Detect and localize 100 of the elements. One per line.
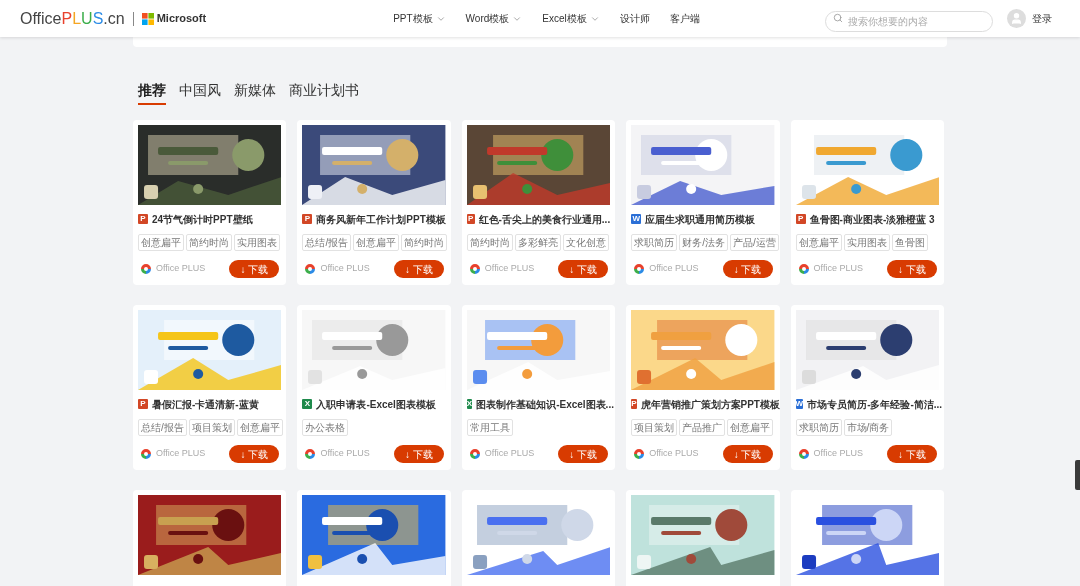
tag[interactable]: 创意扁平	[236, 419, 283, 436]
download-button[interactable]: ↓ 下载	[229, 260, 280, 278]
template-card[interactable]: P 商务风新年工作计划PPT模板 总结/报告 创意扁平 简约时尚 Office PLUS ↓ 下载	[297, 120, 451, 285]
author-avatar-icon	[304, 263, 317, 275]
site-logo[interactable]: OfficePLUS.cn	[20, 6, 125, 31]
tag[interactable]: 产品推广	[679, 419, 726, 436]
tag[interactable]: 创意扁平	[353, 234, 400, 251]
author-name: Office PLUS	[320, 262, 370, 276]
template-card[interactable]: P 鱼骨图-商业图表-淡雅橙蓝 3 创意扁平 实用图表 鱼骨图 Office PLUS ↓ 下载	[790, 120, 944, 285]
author-avatar-icon	[468, 263, 481, 275]
tag[interactable]: 简约时尚	[401, 234, 448, 251]
file-type-icon: X	[302, 399, 313, 409]
login-link[interactable]: 登录	[1032, 11, 1052, 26]
template-card[interactable]: X 图表制作基础知识-Excel图表... 常用工具 Office PLUS ↓ 下载	[461, 305, 616, 470]
template-card[interactable]: P 暑假汇报-卡通清新-蓝黄 总结/报告 项目策划 创意扁平 Office PLUS ↓ 下载	[133, 305, 287, 470]
tag[interactable]: 文化创意	[562, 234, 609, 251]
author-name: Office PLUS	[156, 447, 206, 461]
download-button[interactable]: ↓ 下载	[887, 260, 937, 278]
category-tab[interactable]: 商业计划书	[289, 80, 359, 105]
tag[interactable]: 总结/报告	[138, 419, 187, 436]
tag[interactable]: 求职简历	[631, 234, 678, 251]
file-type-icon: X	[466, 399, 473, 409]
author-name: Office PLUS	[813, 262, 863, 276]
download-button[interactable]: ↓ 下载	[887, 445, 937, 463]
template-card[interactable]: X 入职申请表-Excel图表模板 办公表格 Office PLUS ↓ 下载	[297, 305, 451, 470]
download-button[interactable]: ↓ 下载	[558, 260, 609, 278]
tag[interactable]: 财务/法务	[679, 234, 728, 251]
download-button[interactable]: ↓ 下载	[229, 445, 280, 463]
tag[interactable]: 多彩鲜亮	[514, 234, 561, 251]
search-field[interactable]: 搜索你想要的内容	[825, 11, 993, 32]
template-title[interactable]: 商务风新年工作计划PPT模板	[316, 211, 446, 227]
tag[interactable]: 项目策划	[631, 419, 678, 436]
template-card[interactable]	[133, 490, 287, 586]
file-type-icon: P	[138, 214, 148, 224]
file-type-icon: P	[631, 399, 637, 409]
author-name: Office PLUS	[649, 262, 699, 276]
author-name: Office PLUS	[484, 262, 535, 276]
tag[interactable]: 实用图表	[234, 234, 280, 251]
template-card[interactable]: P 24节气倒计时PPT壁纸 创意扁平 简约时尚 实用图表 Office PLUS ↓ 下载	[133, 120, 287, 285]
nav-item[interactable]: Excel模板	[542, 11, 600, 26]
template-title[interactable]: 虎年营销推广策划方案PPT模板	[640, 396, 780, 412]
author-avatar-icon	[633, 263, 646, 275]
tag[interactable]: 创意扁平	[138, 234, 184, 251]
download-button[interactable]: ↓ 下载	[393, 260, 444, 278]
file-type-icon: P	[302, 214, 313, 224]
file-type-icon: P	[795, 214, 806, 224]
download-button[interactable]: ↓ 下载	[393, 445, 444, 463]
template-title[interactable]: 图表制作基础知识-Excel图表...	[476, 396, 614, 412]
author-name: Office PLUS	[484, 447, 535, 461]
template-card[interactable]: P 红色-舌尖上的美食行业通用... 简约时尚 多彩鲜亮 文化创意 Office PLUS ↓ 下载	[461, 120, 616, 285]
template-title[interactable]: 红色-舌尖上的美食行业通用...	[478, 211, 611, 227]
author-avatar-icon	[304, 448, 317, 460]
nav-item[interactable]: Word模板	[465, 11, 523, 26]
tag[interactable]: 办公表格	[302, 419, 349, 436]
download-button[interactable]: ↓ 下载	[722, 260, 773, 278]
file-type-icon: W	[795, 399, 804, 409]
author-avatar-icon	[140, 448, 152, 460]
tag[interactable]: 鱼骨图	[891, 234, 928, 251]
template-card[interactable]	[297, 490, 451, 586]
template-title[interactable]: 入职申请表-Excel图表模板	[316, 396, 436, 412]
author-avatar-icon	[468, 448, 481, 460]
author-avatar-icon	[797, 448, 810, 460]
template-title[interactable]: 24节气倒计时PPT壁纸	[152, 211, 253, 227]
template-title[interactable]: 鱼骨图-商业图表-淡雅橙蓝 3	[809, 211, 935, 227]
template-card[interactable]: P 虎年营销推广策划方案PPT模板 项目策划 产品推广 创意扁平 Office PLUS ↓ 下载	[626, 305, 780, 470]
tag[interactable]: 简约时尚	[186, 234, 232, 251]
template-card[interactable]	[626, 490, 780, 586]
template-title[interactable]: 暑假汇报-卡通清新-蓝黄	[152, 396, 259, 412]
download-button[interactable]: ↓ 下载	[722, 445, 773, 463]
file-type-icon: W	[631, 214, 642, 224]
nav-item[interactable]: 设计师	[619, 11, 650, 26]
author-name: Office PLUS	[813, 447, 863, 461]
category-tab[interactable]: 中国风	[179, 80, 221, 105]
tag[interactable]: 创意扁平	[795, 234, 842, 251]
author-avatar-icon	[633, 448, 646, 460]
tag[interactable]: 实用图表	[843, 234, 890, 251]
tag[interactable]: 产品/运营	[729, 234, 779, 251]
template-title[interactable]: 应届生求职通用简历模板	[645, 211, 756, 227]
nav-item[interactable]: 客户端	[669, 11, 700, 26]
category-tab[interactable]: 推荐	[138, 80, 166, 105]
template-card[interactable]: W 市场专员简历-多年经验-简洁... 求职简历 市场/商务 Office PLUS ↓ 下载	[790, 305, 944, 470]
author-name: Office PLUS	[156, 262, 206, 276]
tag[interactable]: 求职简历	[795, 419, 842, 436]
tag[interactable]: 创意扁平	[727, 419, 774, 436]
template-card[interactable]: W 应届生求职通用简历模板 求职简历 财务/法务 产品/运营 Office PLUS ↓ 下载	[626, 120, 780, 285]
template-title[interactable]: 市场专员简历-多年经验-简洁...	[807, 396, 943, 412]
nav-item[interactable]: PPT模板	[393, 11, 446, 26]
search-icon	[833, 13, 843, 23]
tag[interactable]: 常用工具	[466, 419, 513, 436]
author-name: Office PLUS	[649, 447, 699, 461]
category-tab[interactable]: 新媒体	[234, 80, 276, 105]
tag[interactable]: 市场/商务	[843, 419, 893, 436]
tag[interactable]: 总结/报告	[302, 234, 352, 251]
download-button[interactable]: ↓ 下载	[558, 445, 609, 463]
tag[interactable]: 项目策划	[188, 419, 235, 436]
tag[interactable]: 简约时尚	[466, 234, 513, 251]
template-card[interactable]	[790, 490, 944, 586]
file-type-icon: P	[466, 214, 475, 224]
microsoft-logo-icon	[141, 12, 154, 25]
author-avatar-icon	[140, 263, 152, 275]
